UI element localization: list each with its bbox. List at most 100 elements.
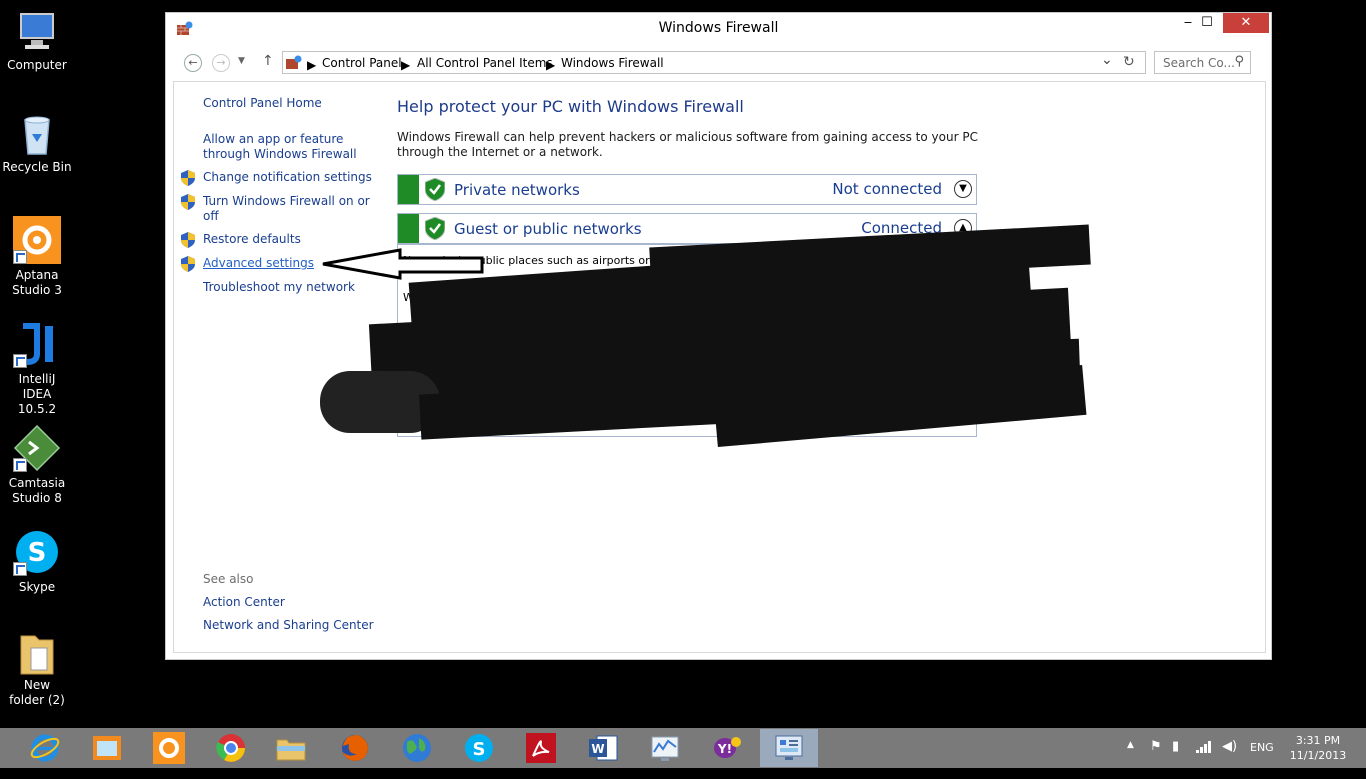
link-change-notification-settings[interactable]: Change notification settings [203, 170, 372, 185]
status-color-bar [398, 175, 419, 204]
link-advanced-settings[interactable]: Advanced settings [203, 256, 314, 271]
desktop-icon-label: Computer [7, 58, 67, 72]
up-button[interactable]: ↑ [262, 53, 274, 69]
uac-shield-icon [181, 256, 195, 272]
language-indicator[interactable]: ENG [1250, 741, 1274, 754]
link-text: Turn Windows Firewall on or [203, 194, 370, 208]
desktop-icon-intellij[interactable]: IntelliJ IDEA 10.5.2 [0, 320, 74, 417]
link-control-panel-home[interactable]: Control Panel Home [203, 96, 322, 111]
internet-explorer-icon [30, 734, 60, 762]
breadcrumb-control-panel[interactable]: Control Panel [322, 56, 402, 70]
link-allow-app[interactable]: Allow an app or feature through Windows … [203, 132, 357, 162]
address-bar[interactable]: ▶ Control Panel ▶ All Control Panel Item… [282, 51, 1146, 74]
title-bar[interactable]: Windows Firewall ‒ ☐ ✕ [166, 13, 1271, 43]
maximize-button[interactable]: ☐ [1192, 13, 1222, 33]
taskbar-chrome-button[interactable] [202, 729, 260, 767]
taskbar-app-button[interactable] [78, 729, 136, 767]
breadcrumb-all-items[interactable]: All Control Panel Items [417, 56, 553, 70]
resource-monitor-icon [651, 736, 679, 761]
recycle-bin-icon [15, 112, 59, 156]
firefox-icon [342, 735, 368, 761]
back-button[interactable]: ← [184, 54, 202, 72]
shortcut-arrow-icon [13, 250, 27, 264]
folder-icon [15, 630, 59, 675]
recent-locations-button[interactable]: ▼ [238, 56, 245, 66]
private-networks-row[interactable]: Private networks Not connected ▼ [397, 174, 977, 205]
computer-icon [15, 10, 59, 54]
taskbar: S W Y! ▲ ⚑ ▮ ◀) ENG 3:31 PM 11/1/2013 [0, 728, 1366, 768]
taskbar-acrobat-button[interactable] [512, 729, 570, 767]
link-text: off [203, 209, 219, 223]
link-text: through Windows Firewall [203, 147, 357, 161]
taskbar-explorer-button[interactable] [262, 729, 320, 767]
chrome-icon [216, 734, 245, 762]
uac-shield-icon [181, 194, 195, 210]
file-explorer-icon [276, 739, 306, 761]
taskbar-globe-button[interactable] [388, 729, 446, 767]
power-icon[interactable]: ▮ [1172, 739, 1179, 754]
search-icon[interactable]: ⚲ [1234, 54, 1244, 69]
shortcut-arrow-icon [13, 458, 27, 472]
network-signal-icon[interactable] [1196, 741, 1212, 753]
show-hidden-icons-icon[interactable]: ▲ [1127, 740, 1134, 750]
desktop-icon-label: Aptana Studio 3 [12, 268, 62, 297]
shortcut-arrow-icon [13, 354, 27, 368]
action-center-flag-icon[interactable]: ⚑ [1150, 739, 1162, 754]
redaction-scribble [320, 224, 1095, 456]
desktop-icon-recycle-bin[interactable]: Recycle Bin [0, 112, 74, 175]
shield-check-icon [425, 178, 445, 201]
desktop-icon-label: IntelliJ IDEA 10.5.2 [17, 372, 57, 416]
taskbar-ie-button[interactable] [16, 729, 74, 767]
control-panel-icon [775, 735, 803, 760]
word-icon: W [589, 735, 618, 761]
link-text: Allow an app or feature [203, 132, 344, 146]
address-dropdown-icon[interactable]: ⌄ [1101, 52, 1113, 68]
taskbar-word-button[interactable]: W [574, 729, 632, 767]
system-tray: ▲ ⚑ ▮ ◀) ENG 3:31 PM 11/1/2013 [1124, 728, 1366, 768]
globe-icon [403, 734, 431, 762]
link-action-center[interactable]: Action Center [203, 595, 285, 610]
taskbar-aptana-button[interactable] [140, 729, 198, 767]
desktop-icon-label: New folder (2) [9, 678, 65, 707]
breadcrumb-windows-firewall[interactable]: Windows Firewall [561, 56, 664, 70]
shortcut-arrow-icon [13, 562, 27, 576]
chevron-down-icon[interactable]: ▼ [954, 180, 972, 198]
private-networks-status: Not connected [832, 180, 942, 198]
taskbar-firefox-button[interactable] [326, 729, 384, 767]
breadcrumb-separator[interactable]: ▶ [401, 58, 410, 72]
forward-button[interactable]: → [212, 54, 230, 72]
desktop-icon-label: Skype [18, 580, 56, 594]
navigation-bar: ← → ▼ ↑ ▶ Control Panel ▶ All Control Pa… [174, 51, 1264, 75]
taskbar-skype-button[interactable]: S [450, 729, 508, 767]
taskbar-yahoo-messenger-button[interactable]: Y! [698, 729, 756, 767]
clock-time: 3:31 PM [1295, 734, 1341, 747]
page-title: Help protect your PC with Windows Firewa… [397, 97, 744, 116]
private-networks-label: Private networks [454, 181, 580, 199]
volume-icon[interactable]: ◀) [1222, 739, 1237, 754]
aptana-icon [153, 732, 185, 764]
svg-text:S: S [28, 538, 47, 568]
see-also-heading: See also [203, 572, 254, 586]
clock[interactable]: 3:31 PM 11/1/2013 [1288, 733, 1348, 763]
search-field[interactable]: Search Co... ⚲ [1154, 51, 1251, 74]
refresh-icon[interactable]: ↻ [1123, 54, 1135, 70]
close-button[interactable]: ✕ [1223, 13, 1269, 33]
intellij-icon [13, 320, 61, 368]
breadcrumb-separator[interactable]: ▶ [307, 58, 316, 72]
svg-text:S: S [473, 739, 486, 760]
breadcrumb-separator[interactable]: ▶ [546, 58, 555, 72]
window-app-icon [93, 736, 121, 760]
uac-shield-icon [181, 232, 195, 248]
taskbar-control-panel-button[interactable] [760, 729, 818, 767]
camtasia-icon [13, 424, 61, 472]
desktop-icon-aptana[interactable]: Aptana Studio 3 [0, 216, 74, 298]
link-restore-defaults[interactable]: Restore defaults [203, 232, 301, 247]
link-turn-firewall-on-off[interactable]: Turn Windows Firewall on or off [203, 194, 370, 224]
desktop-icon-new-folder[interactable]: New folder (2) [0, 630, 74, 708]
desktop-icon-skype[interactable]: S Skype [0, 528, 74, 595]
desktop-icon-computer[interactable]: Computer [0, 10, 74, 73]
link-network-sharing-center[interactable]: Network and Sharing Center [203, 618, 374, 633]
desktop-icon-camtasia[interactable]: Camtasia Studio 8 [0, 424, 74, 506]
aptana-icon [13, 216, 61, 264]
taskbar-monitor-button[interactable] [636, 729, 694, 767]
